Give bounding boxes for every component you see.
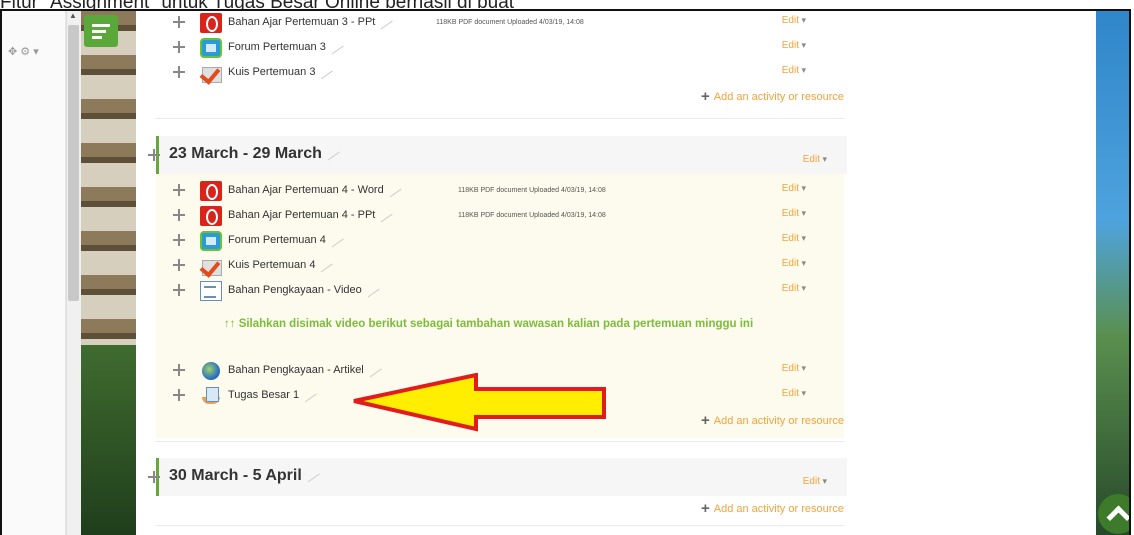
edit-title-icon <box>385 183 402 197</box>
activity-link[interactable]: Forum Pertemuan 3 <box>228 40 344 54</box>
quiz-icon <box>200 63 222 83</box>
edit-title-icon <box>317 258 334 272</box>
move-icon[interactable] <box>172 283 186 297</box>
edit-title-icon <box>377 15 394 29</box>
edit-title-icon <box>364 283 380 297</box>
edit-menu[interactable]: Edit <box>782 258 806 269</box>
section-previous: Bahan Ajar Pertemuan 3 - PPt 118KB PDF d… <box>156 11 844 121</box>
edit-title-icon <box>324 146 340 161</box>
section-move-icon[interactable] <box>147 148 161 162</box>
forum-icon <box>200 231 222 251</box>
edit-title-icon <box>328 233 344 247</box>
add-activity-link[interactable]: + Add an activity or resource <box>701 500 844 517</box>
plus-icon: + <box>701 88 710 105</box>
edit-menu[interactable]: Edit <box>782 233 806 244</box>
section-header: 23 March - 29 March Edit <box>148 136 847 174</box>
background-building-image <box>81 11 136 535</box>
browser-viewport: ✥ ⚙ ▾ ▲ Bahan Ajar Pertemuan 3 - PPt 118… <box>0 9 1131 535</box>
assignment-icon <box>200 386 222 406</box>
edit-menu[interactable]: Edit <box>782 65 806 76</box>
move-icon[interactable] <box>172 15 186 29</box>
section-next: 30 March - 5 April Edit +Add an activity… <box>148 458 847 535</box>
activity-link[interactable]: Bahan Pengkayaan - Video <box>228 283 380 297</box>
activity-link[interactable]: Bahan Ajar Pertemuan 4 - PPt <box>228 208 394 222</box>
activity-row: Kuis Pertemuan 3 Edit <box>156 63 844 85</box>
panel-scrollbar[interactable]: ▲ <box>66 11 82 535</box>
move-icon[interactable] <box>172 258 186 272</box>
edit-menu[interactable]: Edit <box>782 40 806 51</box>
move-icon[interactable] <box>172 208 186 222</box>
activity-row: Bahan Ajar Pertemuan 4 - PPt 118KB PDF d… <box>156 206 844 228</box>
move-icon[interactable] <box>172 183 186 197</box>
edit-title-icon <box>317 65 334 79</box>
edit-title-icon <box>304 468 320 483</box>
activity-link[interactable]: Kuis Pertemuan 3 <box>228 65 334 79</box>
activity-link[interactable]: Bahan Ajar Pertemuan 3 - PPt <box>228 15 394 29</box>
edit-menu[interactable]: Edit <box>782 363 806 374</box>
move-icon[interactable] <box>172 233 186 247</box>
scroll-up-icon[interactable]: ▲ <box>69 11 77 20</box>
left-block-panel: ✥ ⚙ ▾ <box>2 11 66 535</box>
edit-title-icon <box>301 388 317 402</box>
move-icon[interactable] <box>172 388 186 402</box>
forum-icon <box>200 38 222 58</box>
move-icon[interactable] <box>172 65 186 79</box>
activity-link[interactable]: Kuis Pertemuan 4 <box>228 258 334 272</box>
edit-menu[interactable]: Edit <box>782 183 806 194</box>
divider <box>156 118 844 119</box>
block-gear-icon[interactable]: ✥ ⚙ ▾ <box>8 45 39 58</box>
annotation-arrow-icon <box>353 373 606 432</box>
add-activity-link[interactable]: + Add an activity or resource <box>701 88 844 105</box>
section-header: 30 March - 5 April Edit <box>148 458 847 496</box>
activity-row: Bahan Pengkayaan - Video Edit <box>156 281 844 303</box>
section-title: 23 March - 29 March <box>169 145 340 163</box>
label-note: ↑↑ Silahkan disimak video berikut sebaga… <box>224 318 754 330</box>
menu-icon <box>92 24 110 27</box>
plus-icon: + <box>701 412 710 429</box>
section-title: 30 March - 5 April <box>169 467 320 485</box>
assignment-link[interactable]: Tugas Besar 1 <box>228 388 317 402</box>
page-icon <box>200 281 222 301</box>
divider <box>156 525 844 526</box>
course-content: Bahan Ajar Pertemuan 3 - PPt 118KB PDF d… <box>136 11 1096 535</box>
edit-menu[interactable]: Edit <box>782 388 806 399</box>
plus-icon: + <box>701 500 710 517</box>
edit-menu[interactable]: Edit <box>782 283 806 294</box>
activity-meta: 118KB PDF document Uploaded 4/03/19, 14:… <box>458 212 606 219</box>
section-edit-menu[interactable]: Edit <box>803 154 827 165</box>
add-activity-link[interactable]: + Add an activity or resource <box>701 412 844 429</box>
move-icon[interactable] <box>172 40 186 54</box>
back-to-top-button[interactable] <box>1098 494 1129 534</box>
divider <box>156 441 844 442</box>
scrollbar-thumb[interactable] <box>68 25 79 301</box>
section-edit-menu[interactable]: Edit <box>803 476 827 487</box>
section-move-icon[interactable] <box>147 470 161 484</box>
activity-meta: 118KB PDF document Uploaded 4/03/19, 14:… <box>436 19 584 26</box>
pdf-icon <box>200 206 222 226</box>
globe-icon <box>202 362 220 380</box>
move-icon[interactable] <box>172 363 186 377</box>
activity-row: Bahan Ajar Pertemuan 3 - PPt 118KB PDF d… <box>156 13 844 35</box>
activity-row: Bahan Ajar Pertemuan 4 - Word 118KB PDF … <box>156 181 844 203</box>
nav-drawer-button[interactable] <box>84 15 118 47</box>
background-landscape-image <box>1096 11 1129 535</box>
activity-meta: 118KB PDF document Uploaded 4/03/19, 14:… <box>458 187 606 194</box>
activity-row: Forum Pertemuan 3 Edit <box>156 38 844 60</box>
edit-title-icon <box>377 208 394 222</box>
activity-link[interactable]: Bahan Ajar Pertemuan 4 - Word <box>228 183 402 197</box>
activity-row: Forum Pertemuan 4 Edit <box>156 231 844 253</box>
edit-title-icon <box>328 40 344 54</box>
edit-menu[interactable]: Edit <box>782 15 806 26</box>
pdf-icon <box>200 13 222 33</box>
activity-row: Kuis Pertemuan 4 Edit <box>156 256 844 278</box>
pdf-icon <box>200 181 222 201</box>
activity-link[interactable]: Forum Pertemuan 4 <box>228 233 344 247</box>
quiz-icon <box>200 256 222 276</box>
edit-menu[interactable]: Edit <box>782 208 806 219</box>
